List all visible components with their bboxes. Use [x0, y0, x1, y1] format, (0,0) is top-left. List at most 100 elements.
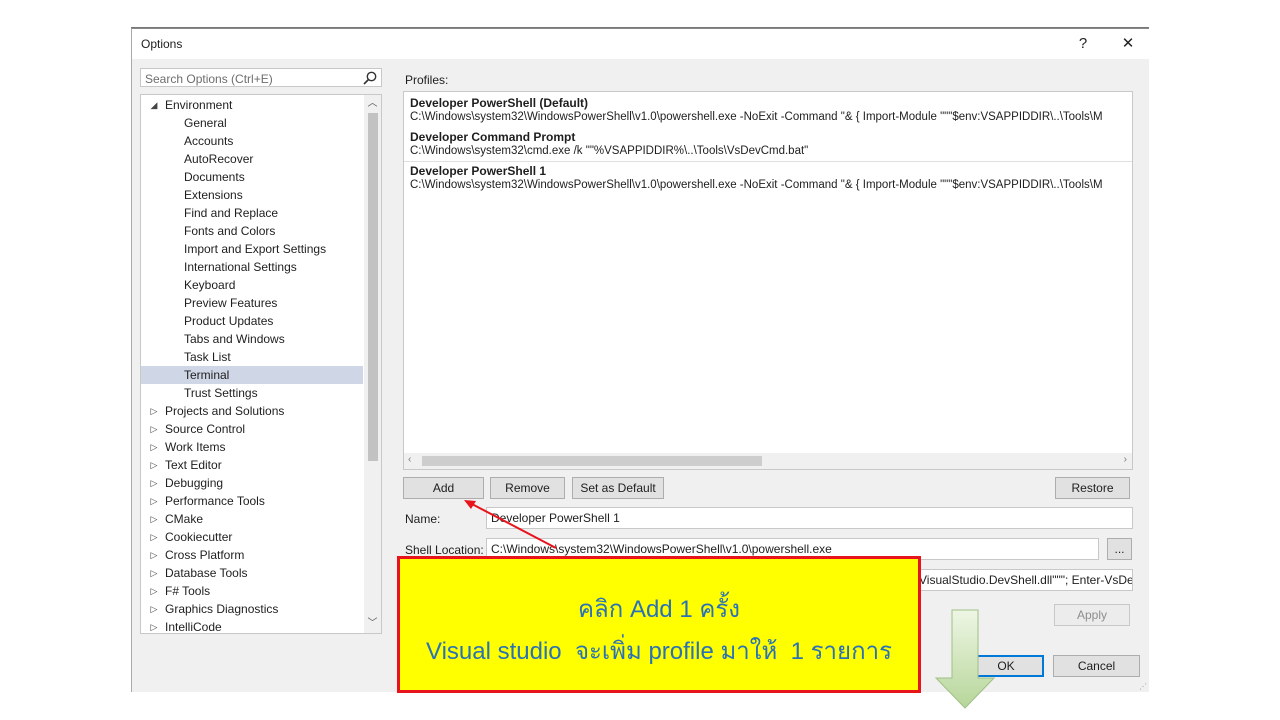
tree-item[interactable]: Accounts: [141, 132, 363, 150]
tree-item-label: Cookiecutter: [165, 530, 233, 544]
tree-item[interactable]: ▷ CMake: [141, 510, 363, 528]
tree-item[interactable]: ▷ Cookiecutter: [141, 528, 363, 546]
name-field[interactable]: Developer PowerShell 1: [486, 507, 1133, 529]
help-button[interactable]: ?: [1071, 33, 1095, 55]
tree-item[interactable]: Terminal: [141, 366, 363, 384]
collapsed-arrow-icon[interactable]: ▷: [149, 582, 159, 600]
callout-line-1: คลิก Add 1 ครั้ง: [577, 596, 740, 623]
search-placeholder: Search Options (Ctrl+E): [145, 72, 273, 86]
tree-item[interactable]: ▷ Text Editor: [141, 456, 363, 474]
tree-item-label: Work Items: [165, 440, 226, 454]
collapsed-arrow-icon[interactable]: ▷: [149, 600, 159, 618]
tree-item[interactable]: AutoRecover: [141, 150, 363, 168]
collapsed-arrow-icon[interactable]: ▷: [149, 438, 159, 456]
search-input[interactable]: Search Options (Ctrl+E): [140, 68, 382, 87]
tree-item-environment[interactable]: ◢ Environment: [141, 96, 363, 114]
tree-item-label: Database Tools: [165, 566, 248, 580]
tree-item[interactable]: Fonts and Colors: [141, 222, 363, 240]
profile-command: C:\Windows\system32\WindowsPowerShell\v1…: [410, 111, 1103, 123]
cancel-button[interactable]: Cancel: [1053, 655, 1140, 677]
tree-item[interactable]: ▷ F# Tools: [141, 582, 363, 600]
instruction-callout: คลิก Add 1 ครั้ง Visual studio จะเพิ่ม p…: [397, 556, 921, 693]
tree-item[interactable]: Product Updates: [141, 312, 363, 330]
tree-item-label: Task List: [184, 350, 231, 364]
tree-item-label: Environment: [165, 98, 233, 112]
collapsed-arrow-icon[interactable]: ▷: [149, 420, 159, 438]
tree-item-label: Source Control: [165, 422, 246, 436]
add-button[interactable]: Add: [403, 477, 484, 499]
collapsed-arrow-icon[interactable]: ▷: [149, 564, 159, 582]
profiles-list[interactable]: Developer PowerShell (Default) C:\Window…: [403, 91, 1133, 470]
scroll-left-icon[interactable]: ‹: [408, 454, 411, 465]
ok-button[interactable]: OK: [968, 655, 1044, 677]
tree-item[interactable]: ▷ Work Items: [141, 438, 363, 456]
profiles-label: Profiles:: [405, 73, 449, 87]
tree-item-label: CMake: [165, 512, 204, 526]
expanded-arrow-icon[interactable]: ◢: [149, 96, 159, 114]
set-default-button[interactable]: Set as Default: [572, 477, 664, 499]
tree-item[interactable]: Preview Features: [141, 294, 363, 312]
tree-item-label: Import and Export Settings: [184, 242, 327, 256]
tree-item[interactable]: Find and Replace: [141, 204, 363, 222]
tree-item-label: Find and Replace: [184, 206, 279, 220]
tree-item[interactable]: ▷ IntelliCode: [141, 618, 363, 634]
tree-item-label: Product Updates: [184, 314, 274, 328]
profile-item[interactable]: Developer PowerShell (Default) C:\Window…: [404, 94, 1132, 126]
tree-item[interactable]: Extensions: [141, 186, 363, 204]
scroll-down-icon[interactable]: ﹀: [364, 616, 381, 632]
collapsed-arrow-icon[interactable]: ▷: [149, 510, 159, 528]
tree-item-label: AutoRecover: [184, 152, 254, 166]
tree-item-label: IntelliCode: [165, 620, 222, 634]
search-icon[interactable]: [362, 70, 378, 86]
arguments-field[interactable]: VisualStudio.DevShell.dll"""; Enter-VsDe…: [912, 569, 1133, 591]
tree-item[interactable]: International Settings: [141, 258, 363, 276]
scroll-right-icon[interactable]: ›: [1124, 454, 1127, 465]
collapsed-arrow-icon[interactable]: ▷: [149, 456, 159, 474]
tree-item[interactable]: ▷ Projects and Solutions: [141, 402, 363, 420]
resize-grip-icon[interactable]: ⋰: [1139, 682, 1147, 691]
tree-item-label: Debugging: [165, 476, 224, 490]
options-tree[interactable]: ◢ Environment General Accounts AutoRecover Do…: [140, 94, 382, 634]
collapsed-arrow-icon[interactable]: ▷: [149, 528, 159, 546]
tree-item[interactable]: Task List: [141, 348, 363, 366]
tree-item[interactable]: ▷ Debugging: [141, 474, 363, 492]
tree-item-label: Fonts and Colors: [184, 224, 276, 238]
collapsed-arrow-icon[interactable]: ▷: [149, 618, 159, 633]
tree-item[interactable]: Import and Export Settings: [141, 240, 363, 258]
tree-item[interactable]: Documents: [141, 168, 363, 186]
profile-item[interactable]: Developer Command Prompt C:\Windows\syst…: [404, 128, 1132, 160]
remove-button[interactable]: Remove: [490, 477, 565, 499]
tree-item[interactable]: ▷ Source Control: [141, 420, 363, 438]
collapsed-arrow-icon[interactable]: ▷: [149, 402, 159, 420]
window-title: Options: [141, 37, 183, 51]
tree-item[interactable]: ▷ Performance Tools: [141, 492, 363, 510]
collapsed-arrow-icon[interactable]: ▷: [149, 546, 159, 564]
profile-item[interactable]: Developer PowerShell 1 C:\Windows\system…: [404, 161, 1132, 194]
tree-item-label: Extensions: [184, 188, 243, 202]
collapsed-arrow-icon[interactable]: ▷: [149, 474, 159, 492]
tree-item-label: Keyboard: [184, 278, 236, 292]
scroll-up-icon[interactable]: ︿: [364, 96, 381, 112]
tree-scrollbar[interactable]: ︿ ﹀: [364, 95, 381, 633]
tree-item[interactable]: ▷ Cross Platform: [141, 546, 363, 564]
restore-button[interactable]: Restore: [1055, 477, 1130, 499]
tree-item[interactable]: ▷ Database Tools: [141, 564, 363, 582]
hscroll-thumb[interactable]: [422, 456, 762, 466]
tree-item-label: Tabs and Windows: [184, 332, 285, 346]
browse-button[interactable]: ...: [1107, 538, 1132, 560]
close-icon[interactable]: ✕: [1116, 33, 1140, 55]
profiles-hscrollbar[interactable]: ‹ ›: [404, 453, 1132, 469]
collapsed-arrow-icon[interactable]: ▷: [149, 492, 159, 510]
tree-item[interactable]: Trust Settings: [141, 384, 363, 402]
tree-item-label: Projects and Solutions: [165, 404, 285, 418]
callout-line-2: Visual studio จะเพิ่ม profile มาให้ 1 รา…: [426, 638, 892, 665]
tree-item[interactable]: General: [141, 114, 363, 132]
tree-item[interactable]: Keyboard: [141, 276, 363, 294]
profile-name: Developer Command Prompt: [410, 130, 576, 144]
tree-item[interactable]: ▷ Graphics Diagnostics: [141, 600, 363, 618]
tree-scroll-thumb[interactable]: [368, 113, 378, 461]
shell-location-label: Shell Location:: [405, 543, 484, 557]
tree-item[interactable]: Tabs and Windows: [141, 330, 363, 348]
tree-item-label: International Settings: [184, 260, 297, 274]
apply-button[interactable]: Apply: [1054, 604, 1130, 626]
